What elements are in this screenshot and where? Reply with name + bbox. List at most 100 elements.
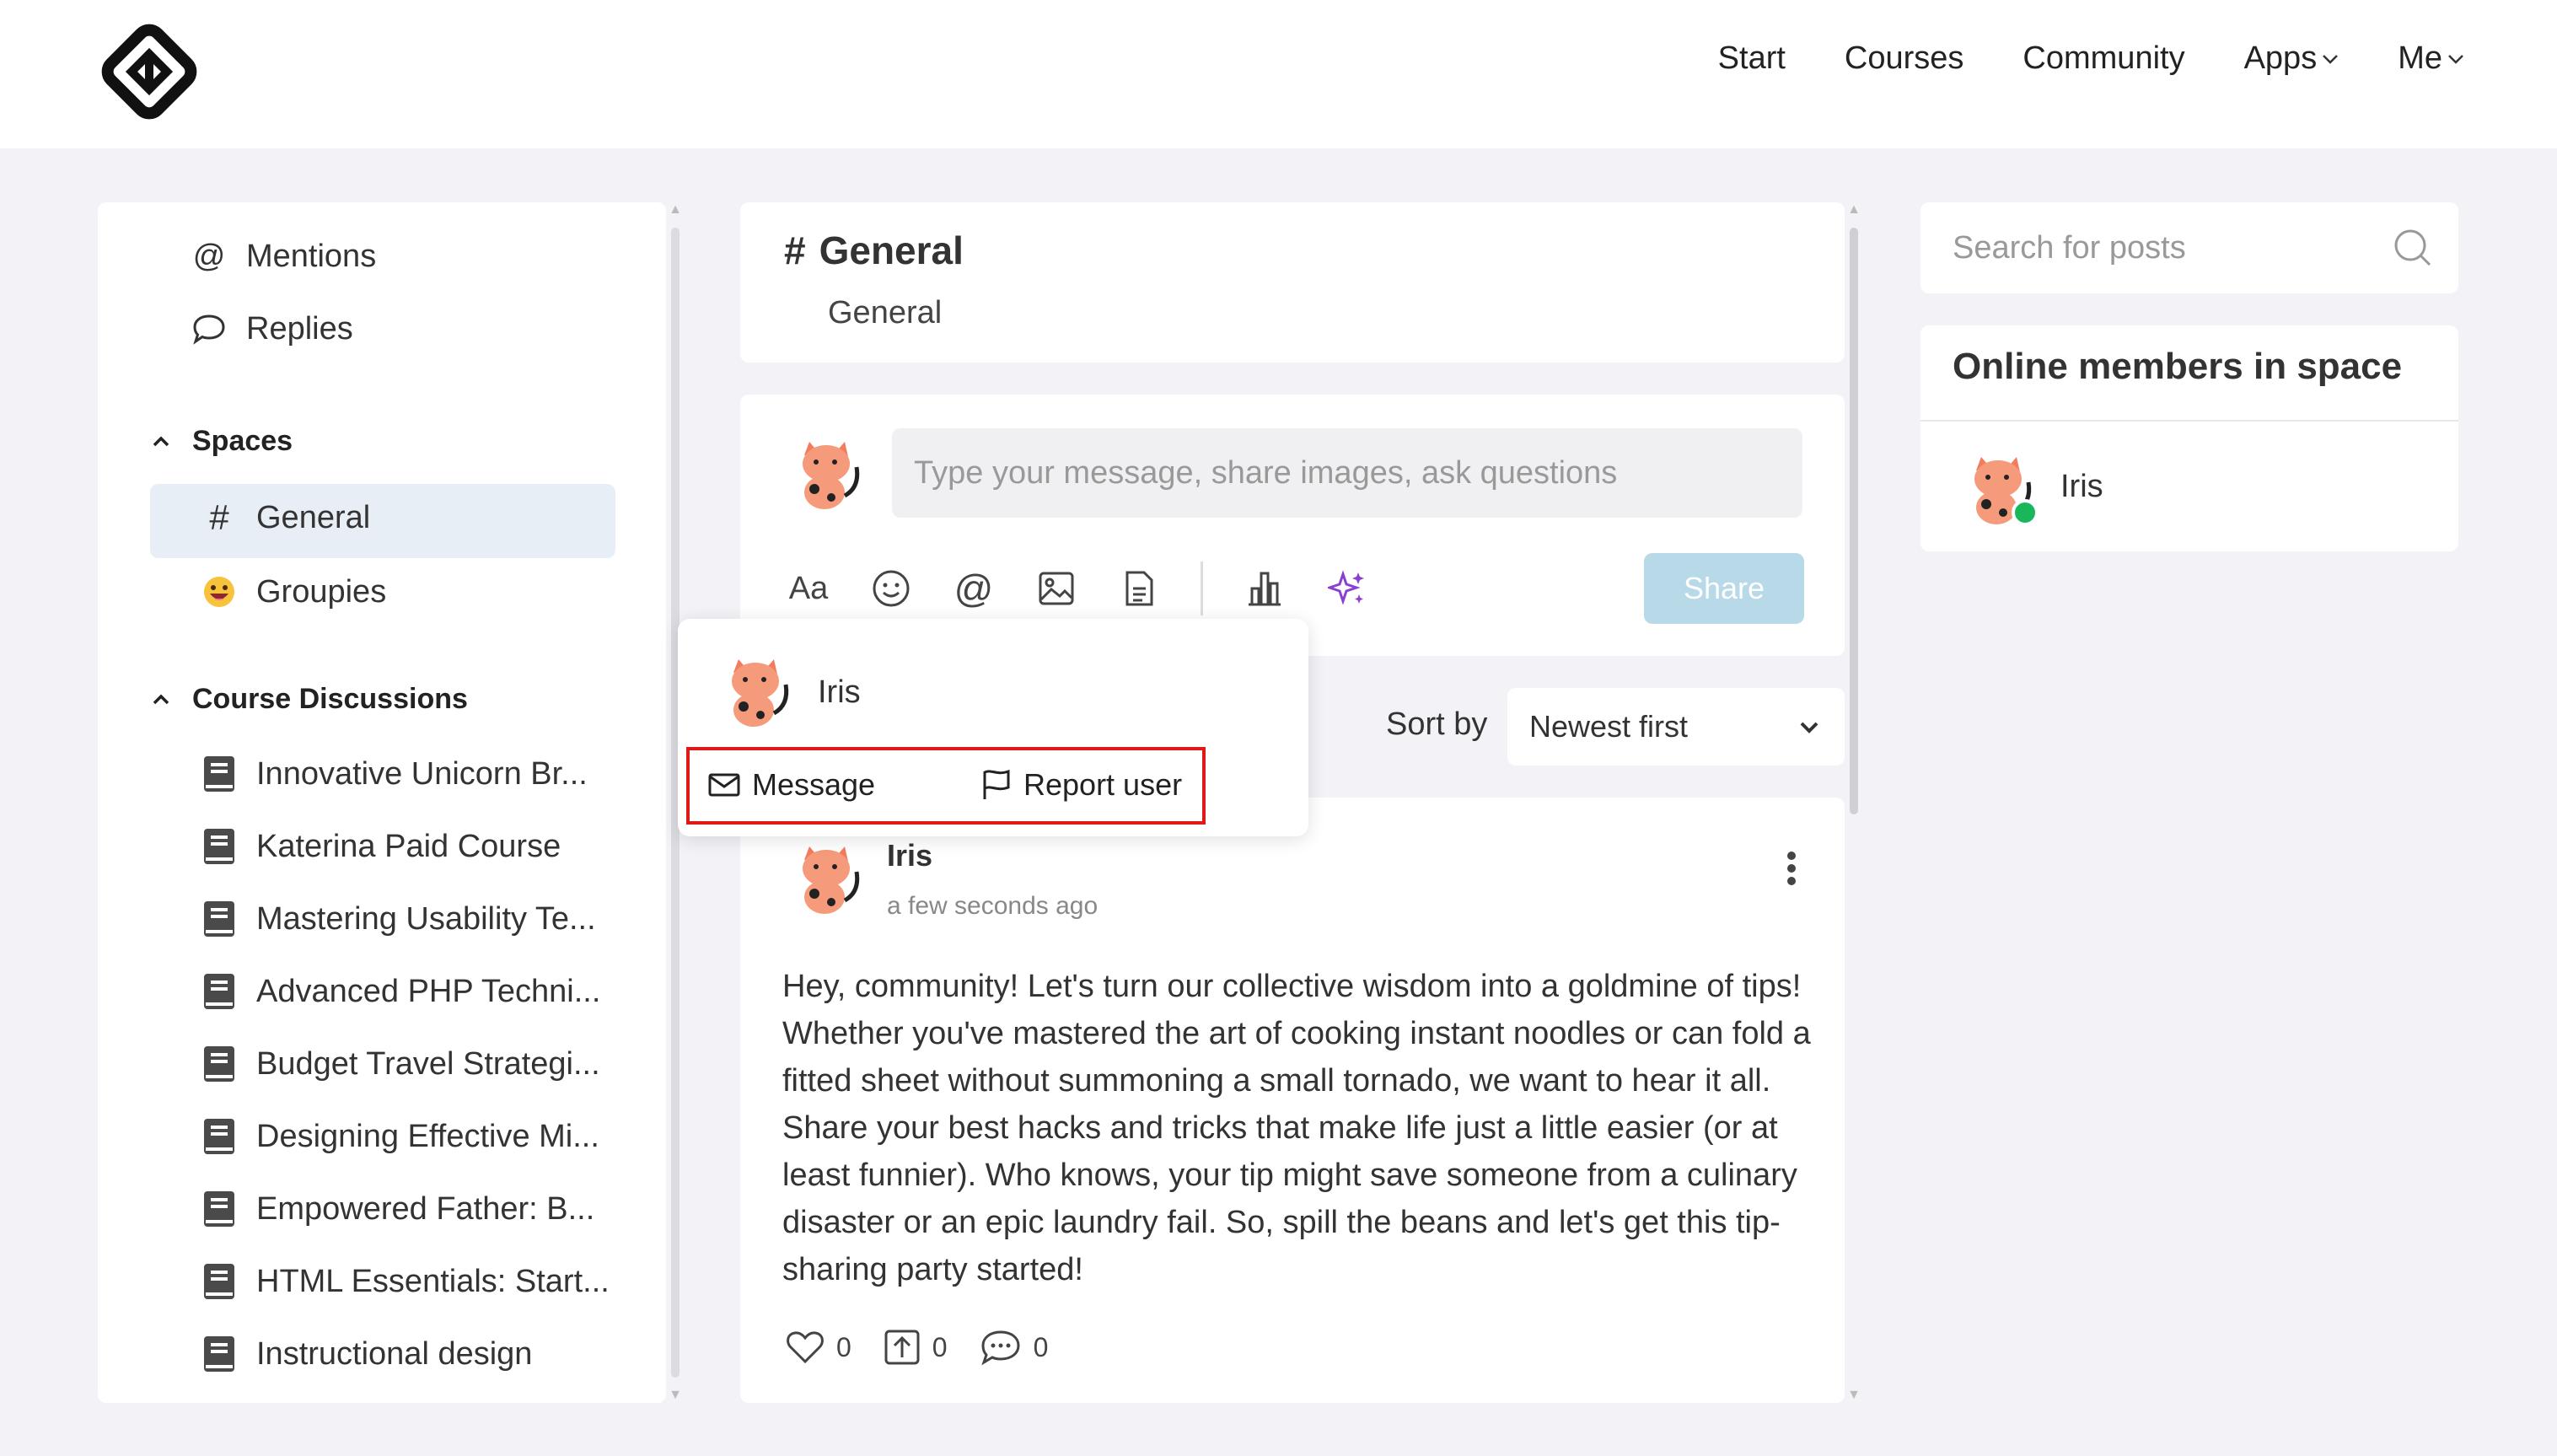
image-icon[interactable] xyxy=(1035,567,1077,610)
sidebar-item-course[interactable]: Advanced PHP Techni... xyxy=(201,973,600,1010)
sidebar-item-course[interactable]: Mastering Usability Te... xyxy=(201,900,596,938)
book-icon xyxy=(204,974,234,1009)
sidebar-item-label: Innovative Unicorn Br... xyxy=(256,755,588,792)
scroll-up-arrow-icon[interactable]: ▲ xyxy=(1846,202,1861,218)
online-status-dot xyxy=(2012,499,2039,526)
sidebar-item-course[interactable]: Instructional design xyxy=(201,1335,532,1373)
flag-icon xyxy=(983,769,1010,799)
sidebar-item-groupies[interactable]: Groupies xyxy=(201,573,386,610)
space-header: # General General xyxy=(740,202,1845,363)
hash-icon: # xyxy=(784,228,806,272)
grinning-emoji-icon xyxy=(201,573,238,610)
top-navbar: Start Courses Community Apps Me xyxy=(0,0,2557,148)
at-mention-icon[interactable]: @ xyxy=(953,567,995,610)
spaces-section-title: Spaces xyxy=(192,425,293,457)
more-options-icon[interactable] xyxy=(1786,850,1797,893)
sidebar-item-mentions[interactable]: @ Mentions xyxy=(191,238,377,275)
nav-apps-label: Apps xyxy=(2243,40,2318,76)
sidebar-item-course[interactable]: HTML Essentials: Start... xyxy=(201,1263,610,1300)
comment-button[interactable]: 0 xyxy=(980,1329,1048,1366)
search-icon[interactable] xyxy=(2393,228,2433,272)
sidebar-item-label: Groupies xyxy=(256,573,387,610)
nav-me-label: Me xyxy=(2398,40,2442,76)
left-sidebar: @ Mentions Replies Spaces # General Grou… xyxy=(98,202,666,1403)
search-input[interactable] xyxy=(1953,219,2374,277)
post-timestamp: a few seconds ago xyxy=(887,892,1099,920)
report-user-label: Report user xyxy=(1023,767,1183,802)
message-button[interactable]: Message xyxy=(708,767,875,803)
spaces-section-header[interactable]: Spaces xyxy=(152,425,293,458)
book-icon xyxy=(204,756,234,792)
report-user-button[interactable]: Report user xyxy=(981,767,1182,803)
composer-input[interactable] xyxy=(892,428,1802,518)
composer-toolbar: Aa @ xyxy=(787,561,1368,615)
nav-courses-label: Courses xyxy=(1844,40,1964,76)
text-format-icon[interactable]: Aa xyxy=(787,567,830,610)
speech-bubble-icon xyxy=(191,310,228,347)
sidebar-item-course[interactable]: Budget Travel Strategi... xyxy=(201,1045,600,1083)
sort-selected-value: Newest first xyxy=(1529,709,1689,744)
heart-icon xyxy=(787,1331,824,1364)
poll-chart-icon[interactable] xyxy=(1244,567,1286,610)
sidebar-item-label: Mentions xyxy=(246,238,377,274)
nav-community[interactable]: Community xyxy=(2023,40,2184,77)
main-nav: Start Courses Community Apps Me xyxy=(1718,40,2464,77)
chevron-down-icon xyxy=(2323,54,2339,64)
course-discussions-header[interactable]: Course Discussions xyxy=(152,683,468,716)
chevron-down-icon xyxy=(1800,722,1818,733)
online-members-card: Online members in space Iris xyxy=(1920,325,2458,551)
sidebar-item-general[interactable]: # General xyxy=(201,497,370,537)
online-member-name[interactable]: Iris xyxy=(2060,469,2103,505)
space-subtitle: General xyxy=(828,295,943,330)
sidebar-item-label: Katerina Paid Course xyxy=(256,828,561,864)
nav-start[interactable]: Start xyxy=(1718,40,1786,77)
main-scrollbar[interactable]: ▲ ▼ xyxy=(1846,202,1861,1403)
sidebar-item-course[interactable]: Designing Effective Mi... xyxy=(201,1118,599,1155)
book-icon xyxy=(204,829,234,864)
comment-icon xyxy=(980,1330,1020,1366)
toolbar-divider xyxy=(1201,561,1203,615)
post-composer: Aa @ Share xyxy=(740,395,1845,656)
avatar xyxy=(792,437,865,517)
nav-apps[interactable]: Apps xyxy=(2244,40,2339,77)
book-icon xyxy=(204,1119,234,1154)
sidebar-item-course[interactable]: Empowered Father: B... xyxy=(201,1190,594,1228)
ai-sparkle-icon[interactable] xyxy=(1326,567,1368,610)
share-post-button[interactable]: 0 xyxy=(884,1329,948,1366)
avatar[interactable] xyxy=(792,841,865,921)
sidebar-item-course[interactable]: Innovative Unicorn Br... xyxy=(201,755,588,792)
emoji-icon[interactable] xyxy=(870,567,912,610)
like-count: 0 xyxy=(836,1331,851,1362)
sidebar-item-label: Designing Effective Mi... xyxy=(256,1118,599,1154)
sidebar-item-label: HTML Essentials: Start... xyxy=(256,1263,610,1299)
book-icon xyxy=(204,1336,234,1372)
main-scroll-thumb[interactable] xyxy=(1850,228,1858,814)
sidebar-item-course[interactable]: Katerina Paid Course xyxy=(201,828,561,865)
book-icon xyxy=(204,1046,234,1082)
chevron-up-icon xyxy=(153,694,169,704)
nav-courses[interactable]: Courses xyxy=(1845,40,1964,77)
envelope-icon xyxy=(708,773,740,797)
post-reactions: 0 0 0 xyxy=(786,1329,1048,1366)
book-icon xyxy=(204,1264,234,1299)
sidebar-item-label: Mastering Usability Te... xyxy=(256,900,596,937)
sidebar-item-replies[interactable]: Replies xyxy=(191,310,353,347)
scroll-up-arrow-icon[interactable]: ▲ xyxy=(668,202,683,218)
scroll-down-arrow-icon[interactable]: ▼ xyxy=(668,1388,683,1403)
book-icon xyxy=(204,1191,234,1227)
sort-select[interactable]: Newest first xyxy=(1507,688,1845,766)
nav-me[interactable]: Me xyxy=(2398,40,2464,77)
popup-user-name: Iris xyxy=(818,674,861,710)
sidebar-item-label: Replies xyxy=(246,310,353,347)
sidebar-item-label: Advanced PHP Techni... xyxy=(256,973,601,1009)
nav-start-label: Start xyxy=(1717,40,1786,76)
document-icon[interactable] xyxy=(1118,567,1160,610)
scroll-down-arrow-icon[interactable]: ▼ xyxy=(1846,1388,1861,1403)
search-box xyxy=(1920,202,2458,293)
user-profile-popup: Iris Message Report user xyxy=(678,619,1308,836)
logo-icon[interactable] xyxy=(98,20,201,123)
like-button[interactable]: 0 xyxy=(786,1330,851,1365)
share-button[interactable]: Share xyxy=(1644,553,1804,624)
post-body: Hey, community! Let's turn our collectiv… xyxy=(782,969,1811,1287)
post-author[interactable]: Iris xyxy=(887,838,932,873)
